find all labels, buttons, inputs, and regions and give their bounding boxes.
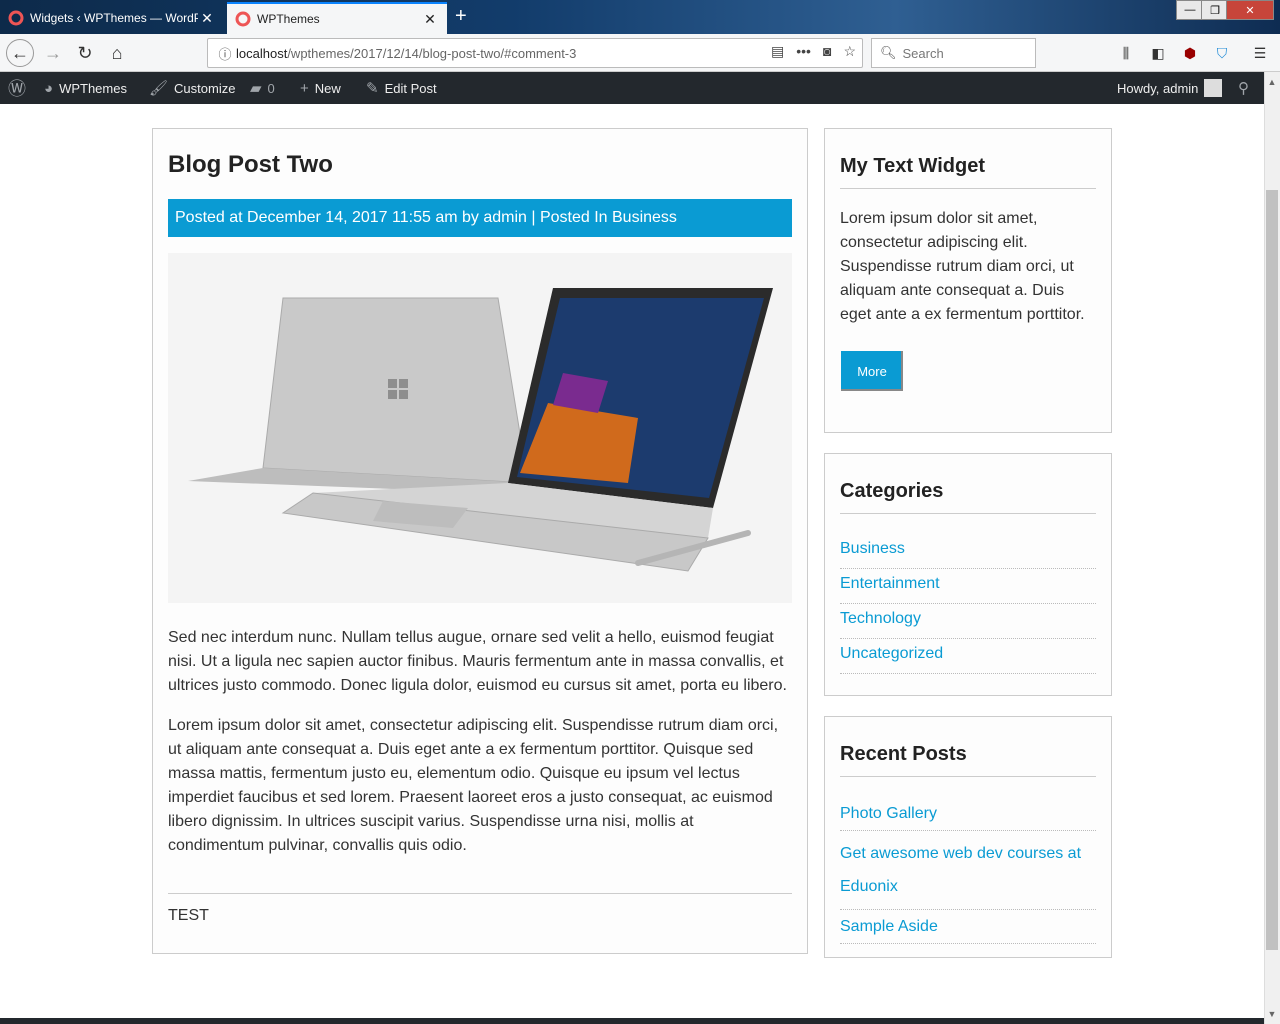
laptop-image bbox=[168, 253, 792, 603]
maximize-button[interactable]: ❐ bbox=[1201, 0, 1229, 20]
forward-arrow-icon[interactable]: → bbox=[39, 39, 67, 67]
howdy-label: Howdy, admin bbox=[1117, 80, 1199, 96]
recent-post-link[interactable]: Get awesome web dev courses at Eduonix bbox=[840, 831, 1096, 910]
pocket-icon[interactable]: ◙ bbox=[823, 43, 831, 60]
minimize-button[interactable]: — bbox=[1176, 0, 1204, 20]
close-window-button[interactable]: ✕ bbox=[1226, 0, 1274, 20]
edit-post-link[interactable]: ✎ Edit Post bbox=[366, 72, 437, 104]
post-article: Blog Post Two Posted at December 14, 201… bbox=[152, 128, 808, 954]
post-footer-text: TEST bbox=[168, 907, 209, 924]
tab-widgets[interactable]: Widgets ‹ WPThemes — WordPress ✕ bbox=[0, 2, 224, 34]
wp-favicon-icon bbox=[235, 11, 251, 27]
tab-close-icon[interactable]: ✕ bbox=[421, 11, 439, 28]
tab-wpthemes[interactable]: WPThemes ✕ bbox=[227, 2, 447, 34]
brush-icon: 🖌︎ bbox=[149, 80, 169, 97]
more-button[interactable]: More bbox=[841, 351, 903, 391]
post-title: Blog Post Two bbox=[168, 151, 333, 178]
post-paragraph: Lorem ipsum dolor sit amet, consectetur … bbox=[168, 717, 779, 854]
library-icon[interactable]: ⫼ bbox=[1116, 43, 1136, 63]
recent-post-link[interactable]: Sample Aside bbox=[840, 910, 1096, 944]
comments-count: 0 bbox=[267, 80, 275, 96]
url-host: localhost bbox=[236, 45, 288, 61]
browser-toolbar: ← → ↻ ⌂ ⓘ localhost/wpthemes/2017/12/14/… bbox=[0, 34, 1280, 72]
reader-view-icon[interactable]: ▤ bbox=[771, 43, 784, 60]
sidebar-icon[interactable]: ◧ bbox=[1148, 43, 1168, 63]
category-link[interactable]: Business bbox=[840, 534, 1096, 569]
tab-title: Widgets ‹ WPThemes — WordPress bbox=[30, 11, 198, 25]
post-divider bbox=[168, 893, 792, 894]
category-link[interactable]: Uncategorized bbox=[840, 639, 1096, 674]
avatar bbox=[1204, 79, 1223, 97]
home-icon[interactable]: ⌂ bbox=[103, 39, 131, 67]
recent-posts-list: Photo Gallery Get awesome web dev course… bbox=[840, 797, 1096, 944]
recent-posts-widget: Recent Posts Photo Gallery Get awesome w… bbox=[824, 716, 1112, 958]
info-icon[interactable]: ⓘ bbox=[214, 44, 236, 63]
scroll-down-icon[interactable]: ▼ bbox=[1264, 1006, 1280, 1022]
site-name-link[interactable]: ◕ WPThemes bbox=[44, 72, 127, 104]
footer-bar bbox=[0, 1018, 1264, 1024]
url-bar[interactable]: ⓘ localhost/wpthemes/2017/12/14/blog-pos… bbox=[207, 38, 863, 68]
bookmark-star-icon[interactable]: ☆ bbox=[843, 43, 856, 60]
menu-icon[interactable]: ☰ bbox=[1250, 43, 1270, 63]
new-content-link[interactable]: + New bbox=[300, 72, 341, 104]
reload-icon[interactable]: ↻ bbox=[71, 39, 99, 67]
ublock-icon[interactable]: ⬢ bbox=[1180, 43, 1200, 63]
new-label: New bbox=[314, 80, 341, 96]
admin-search-icon[interactable]: ⚲ bbox=[1238, 72, 1249, 104]
new-tab-icon[interactable]: + bbox=[455, 6, 467, 26]
categories-list: Business Entertainment Technology Uncate… bbox=[840, 534, 1096, 674]
search-input[interactable]: 🔍︎ Search bbox=[871, 38, 1036, 68]
pencil-icon: ✎ bbox=[366, 80, 379, 97]
shield-icon[interactable]: ⛉ bbox=[1212, 43, 1232, 63]
widget-text: Lorem ipsum dolor sit amet, consectetur … bbox=[840, 210, 1085, 323]
featured-image bbox=[168, 253, 792, 603]
dashboard-icon: ◕ bbox=[44, 79, 54, 97]
wp-logo-icon[interactable]: Ⓦ bbox=[8, 72, 26, 104]
comment-icon: ▰ bbox=[250, 80, 262, 97]
url-path: /wpthemes/2017/12/14/blog-post-two/#comm… bbox=[287, 45, 577, 61]
recent-post-link[interactable]: Photo Gallery bbox=[840, 797, 1096, 831]
search-placeholder: Search bbox=[902, 45, 944, 61]
tab-title: WPThemes bbox=[257, 12, 320, 26]
category-link[interactable]: Technology bbox=[840, 604, 1096, 639]
account-menu[interactable]: Howdy, admin bbox=[1117, 72, 1223, 104]
customize-label: Customize bbox=[174, 80, 236, 96]
plus-icon: + bbox=[300, 79, 309, 97]
site-name-label: WPThemes bbox=[59, 80, 127, 96]
scroll-up-icon[interactable]: ▲ bbox=[1264, 74, 1280, 90]
widget-title: Categories bbox=[840, 480, 1096, 514]
post-paragraph: Sed nec interdum nunc. Nullam tellus aug… bbox=[168, 629, 787, 694]
post-meta-bar: Posted at December 14, 2017 11:55 am by … bbox=[168, 199, 792, 237]
comments-link[interactable]: ▰ 0 bbox=[250, 72, 275, 104]
back-arrow-icon[interactable]: ← bbox=[6, 39, 34, 67]
tab-close-icon[interactable]: ✕ bbox=[198, 10, 216, 27]
tab-strip: Widgets ‹ WPThemes — WordPress ✕ WPTheme… bbox=[0, 0, 1280, 34]
widget-title: My Text Widget bbox=[840, 155, 1096, 189]
scrollbar-thumb[interactable] bbox=[1266, 190, 1278, 950]
page-actions-icon[interactable]: ••• bbox=[796, 43, 811, 60]
category-link[interactable]: Entertainment bbox=[840, 569, 1096, 604]
wp-favicon-icon bbox=[8, 10, 24, 26]
widget-title: Recent Posts bbox=[840, 743, 1096, 777]
edit-post-label: Edit Post bbox=[384, 80, 437, 96]
url-actions: ▤ ••• ◙ ☆ bbox=[771, 43, 856, 60]
text-widget: My Text Widget Lorem ipsum dolor sit ame… bbox=[824, 128, 1112, 433]
customize-link[interactable]: 🖌︎ Customize bbox=[149, 72, 235, 104]
categories-widget: Categories Business Entertainment Techno… bbox=[824, 453, 1112, 696]
search-icon: 🔍︎ bbox=[880, 45, 897, 60]
wp-admin-bar: Ⓦ ◕ WPThemes 🖌︎ Customize ▰ 0 + New ✎ Edit Po… bbox=[0, 72, 1264, 104]
